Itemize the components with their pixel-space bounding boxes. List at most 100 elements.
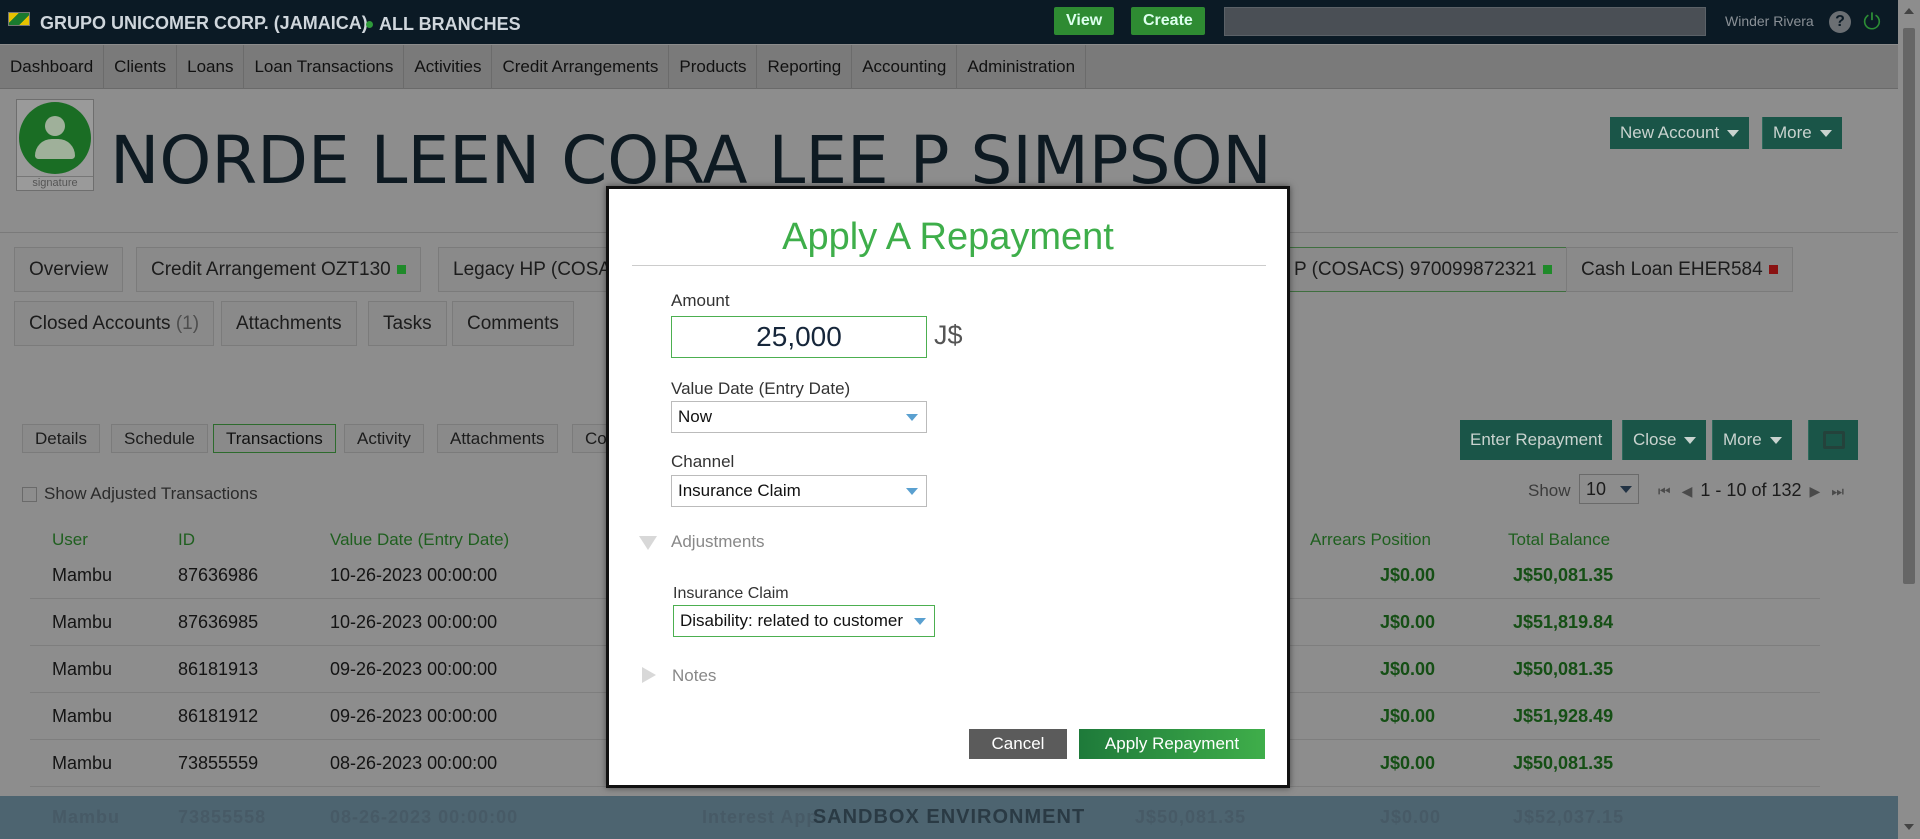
cell-user: Mambu [52, 753, 113, 773]
tab-schedule[interactable]: Schedule [111, 424, 208, 453]
last-page-icon[interactable]: ⏭ [1831, 483, 1844, 499]
cancel-button[interactable]: Cancel [969, 729, 1067, 759]
cell-id[interactable]: 86181912 [178, 706, 258, 727]
user-name[interactable]: Winder Rivera [1725, 13, 1814, 29]
sandbox-label: SANDBOX ENVIRONMENT [812, 806, 1086, 828]
chevron-down-icon [1769, 437, 1782, 445]
cell-date: 08-26-2023 00:00:00 [330, 753, 498, 773]
global-search-input[interactable] [1224, 7, 1706, 36]
cell-id[interactable]: 86181913 [178, 659, 258, 680]
chevron-down-icon [1684, 437, 1697, 445]
col-header-id[interactable]: ID [178, 530, 195, 550]
tab-credit-arrangement[interactable]: Credit Arrangement OZT130 [136, 247, 421, 292]
tab-legacy-hp-active[interactable]: P (COSACS) 970099872321 [1280, 247, 1567, 292]
tab-transactions[interactable]: Transactions [213, 424, 336, 453]
company-name: GRUPO UNICOMER CORP. (JAMAICA) [40, 13, 368, 33]
print-button[interactable] [1808, 420, 1858, 460]
nav-item-credit-arrangements[interactable]: Credit Arrangements [492, 45, 670, 89]
scroll-thumb[interactable] [1903, 28, 1915, 584]
cell-arrears: J$0.00 [1380, 612, 1436, 632]
col-header-user[interactable]: User [52, 530, 88, 550]
nav-item-loan-transactions[interactable]: Loan Transactions [244, 45, 405, 89]
amount-input[interactable]: 25,000 [671, 316, 927, 358]
tab-closed-accounts[interactable]: Closed Accounts (1) [14, 301, 215, 346]
expand-notes-icon[interactable] [642, 667, 656, 683]
col-header-total[interactable]: Total Balance [1508, 530, 1610, 550]
enter-repayment-button[interactable]: Enter Repayment [1460, 420, 1613, 460]
tab-label: P (COSACS) 970099872321 [1294, 259, 1537, 280]
tab-details[interactable]: Details [22, 424, 100, 453]
page-scrollbar[interactable] [1898, 0, 1920, 839]
partial-row-date: 08-26-2023 00:00:00 [330, 807, 519, 827]
page-size-value: 10 [1586, 479, 1607, 499]
cell-id[interactable]: 87636986 [178, 565, 258, 586]
apply-repayment-button[interactable]: Apply Repayment [1079, 729, 1265, 759]
tab-label: Cash Loan EHER584 [1581, 259, 1763, 280]
close-label: Close [1633, 430, 1677, 449]
cell-id[interactable]: 87636985 [178, 612, 258, 633]
help-icon[interactable]: ? [1829, 11, 1851, 33]
branch-status-dot [366, 21, 373, 28]
col-header-arrears[interactable]: Arrears Position [1310, 530, 1431, 550]
cell-total: J$50,081.35 [1513, 753, 1614, 773]
col-header-value-date[interactable]: Value Date (Entry Date) [330, 530, 509, 550]
tab-attachments-sub[interactable]: Attachments [437, 424, 558, 453]
nav-item-administration[interactable]: Administration [957, 45, 1087, 89]
top-bar: GRUPO UNICOMER CORP. (JAMAICA) ALL BRANC… [0, 0, 1920, 44]
notes-section[interactable]: Notes [672, 666, 716, 686]
cell-date: 10-26-2023 00:00:00 [330, 612, 498, 632]
nav-item-loans[interactable]: Loans [177, 45, 245, 89]
scroll-up-icon[interactable] [1904, 8, 1914, 14]
tab-cash-loan[interactable]: Cash Loan EHER584 [1566, 247, 1793, 292]
scroll-down-icon[interactable] [1904, 824, 1914, 830]
adjustments-section[interactable]: Adjustments [671, 532, 765, 552]
avatar-icon [19, 102, 91, 174]
create-button[interactable]: Create [1131, 7, 1205, 35]
cell-total: J$51,819.84 [1513, 612, 1614, 632]
new-account-button[interactable]: New Account [1610, 117, 1750, 149]
close-button[interactable]: Close [1622, 420, 1707, 460]
cell-total: J$51,928.49 [1513, 706, 1614, 726]
nav-item-clients[interactable]: Clients [104, 45, 178, 89]
show-adjusted-checkbox[interactable] [22, 487, 37, 502]
collapse-adjustments-icon[interactable] [639, 536, 657, 550]
divider [632, 265, 1266, 266]
nav-item-accounting[interactable]: Accounting [852, 45, 958, 89]
cell-arrears: J$0.00 [1380, 706, 1436, 726]
nav-item-activities[interactable]: Activities [404, 45, 493, 89]
more-actions-button[interactable]: More [1712, 420, 1792, 460]
tab-overview[interactable]: Overview [14, 247, 124, 292]
first-page-icon[interactable]: ⏮ [1658, 483, 1671, 499]
insurance-claim-select[interactable]: Disability: related to customer [673, 605, 935, 637]
insurance-claim-label: Insurance Claim [673, 585, 789, 602]
partial-row-user: Mambu [52, 807, 120, 827]
cell-id[interactable]: 73855559 [178, 753, 258, 774]
channel-select[interactable]: Insurance Claim [671, 475, 927, 507]
next-page-icon[interactable]: ▶ [1810, 483, 1821, 499]
logout-icon[interactable]: ⏻ [1860, 10, 1884, 34]
view-button[interactable]: View [1054, 7, 1115, 35]
cell-user: Mambu [52, 706, 113, 726]
tab-legacy-hp[interactable]: Legacy HP (COSA [438, 247, 618, 292]
cell-date: 09-26-2023 00:00:00 [330, 706, 498, 726]
status-active-icon [1542, 265, 1552, 275]
more-button[interactable]: More [1762, 117, 1842, 149]
prev-page-icon[interactable]: ◀ [1682, 483, 1693, 499]
value-date-select[interactable]: Now [671, 401, 927, 433]
nav-item-reporting[interactable]: Reporting [757, 45, 853, 89]
tab-tasks[interactable]: Tasks [368, 301, 447, 346]
nav-item-products[interactable]: Products [669, 45, 758, 89]
pager: ⏮ ◀ 1 - 10 of 132 ▶ ⏭ [1655, 480, 1847, 501]
tab-attachments[interactable]: Attachments [221, 301, 357, 346]
more-actions-label: More [1723, 430, 1762, 449]
branch-selector[interactable]: ALL BRANCHES [379, 14, 521, 35]
page-size-select[interactable]: 10 [1579, 474, 1639, 504]
chevron-down-icon [914, 618, 926, 625]
avatar-box[interactable]: signature [16, 99, 94, 191]
partial-row-arrears: J$0.00 [1380, 807, 1442, 827]
tab-comments[interactable]: Comments [452, 301, 574, 346]
tab-activity[interactable]: Activity [344, 424, 424, 453]
nav-item-dashboard[interactable]: Dashboard [0, 45, 105, 89]
cell-total: J$50,081.35 [1513, 565, 1614, 585]
currency-label: J$ [934, 320, 963, 350]
